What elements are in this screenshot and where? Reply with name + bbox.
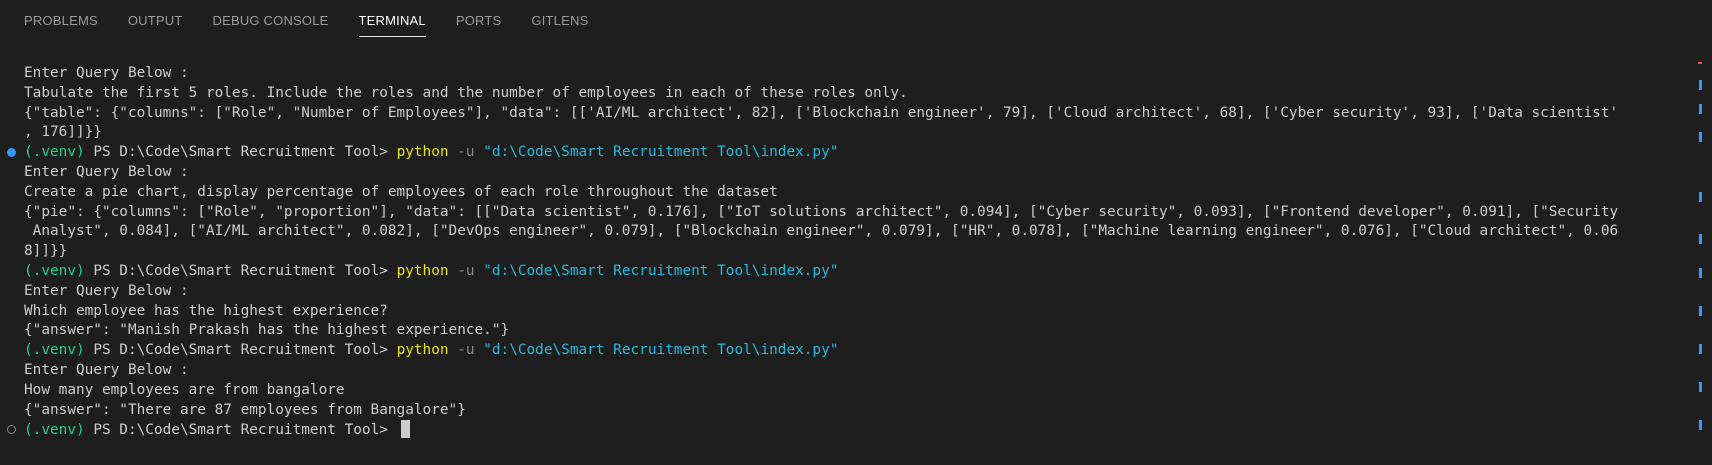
terminal-line: {"answer": "Manish Prakash has the highe… <box>24 322 510 339</box>
scrollbar-marker <box>1699 420 1702 430</box>
terminal-line: How many employees are from bangalore <box>24 381 345 398</box>
command-line: (.venv) PS D:\Code\Smart Recruitment Too… <box>7 143 1684 163</box>
terminal-line: 8]]}} <box>24 243 68 260</box>
venv-label: (.venv) <box>24 262 85 279</box>
command-name: python <box>396 342 449 359</box>
terminal-line: , 176]]}} <box>24 124 102 141</box>
command-flag: -u <box>448 144 484 161</box>
scrollbar-marker <box>1699 234 1702 244</box>
terminal-line: {"pie": {"columns": ["Role", "proportion… <box>24 203 1619 220</box>
terminal-line: Analyst", 0.084], ["AI/ML architect", 0.… <box>24 223 1619 240</box>
prompt-path: PS D:\Code\Smart Recruitment Tool> <box>84 262 397 279</box>
command-line: (.venv) PS D:\Code\Smart Recruitment Too… <box>24 341 1684 361</box>
terminal-output[interactable]: Enter Query Below : Tabulate the first 5… <box>7 64 1684 464</box>
panel-tab-bar: PROBLEMS OUTPUT DEBUG CONSOLE TERMINAL P… <box>0 0 1712 42</box>
scrollbar-marker <box>1699 192 1702 202</box>
tab-terminal[interactable]: TERMINAL <box>358 0 426 37</box>
venv-label: (.venv) <box>24 144 85 161</box>
terminal-line: Create a pie chart, display percentage o… <box>24 183 778 200</box>
command-flag: -u <box>448 342 484 359</box>
command-name: python <box>396 262 449 279</box>
terminal-line: Enter Query Below : <box>24 163 189 180</box>
scrollbar-error-marker <box>1698 62 1702 64</box>
tab-output[interactable]: OUTPUT <box>128 0 183 36</box>
scrollbar-marker <box>1699 80 1702 90</box>
scrollbar-marker <box>1699 132 1702 142</box>
prompt-path: PS D:\Code\Smart Recruitment Tool> <box>84 422 397 439</box>
terminal-panel: PROBLEMS OUTPUT DEBUG CONSOLE TERMINAL P… <box>0 0 1712 465</box>
command-argument: "d:\Code\Smart Recruitment Tool\index.py… <box>483 342 839 359</box>
terminal-line: Enter Query Below : <box>24 282 189 299</box>
venv-label: (.venv) <box>24 422 85 439</box>
terminal-line: {"table": {"columns": ["Role", "Number o… <box>24 104 1619 121</box>
prompt-path: PS D:\Code\Smart Recruitment Tool> <box>84 144 397 161</box>
scrollbar-marker <box>1699 306 1702 316</box>
scrollbar-marker <box>1699 382 1702 392</box>
command-pending-decoration-icon[interactable] <box>7 425 16 435</box>
terminal-line: Which employee has the highest experienc… <box>24 302 388 319</box>
scrollbar-marker <box>1699 268 1702 278</box>
command-success-decoration-icon[interactable] <box>7 148 16 158</box>
terminal-line: Tabulate the first 5 roles. Include the … <box>24 84 908 101</box>
command-argument: "d:\Code\Smart Recruitment Tool\index.py… <box>483 262 839 279</box>
terminal-line: Enter Query Below : <box>24 65 189 81</box>
venv-label: (.venv) <box>24 342 85 359</box>
command-name: python <box>396 144 449 161</box>
terminal-scrollbar[interactable] <box>1692 44 1702 464</box>
tab-problems[interactable]: PROBLEMS <box>24 0 98 36</box>
terminal-line: {"answer": "There are 87 employees from … <box>24 401 466 418</box>
terminal-cursor <box>400 420 410 439</box>
command-argument: "d:\Code\Smart Recruitment Tool\index.py… <box>483 144 839 161</box>
command-line: (.venv) PS D:\Code\Smart Recruitment Too… <box>24 262 1684 282</box>
active-prompt-line[interactable]: (.venv) PS D:\Code\Smart Recruitment Too… <box>7 420 1684 440</box>
tab-ports[interactable]: PORTS <box>456 0 502 36</box>
scrollbar-marker <box>1699 104 1702 114</box>
terminal-line: Enter Query Below : <box>24 361 189 378</box>
tab-gitlens[interactable]: GITLENS <box>531 0 588 36</box>
prompt-path: PS D:\Code\Smart Recruitment Tool> <box>84 342 397 359</box>
tab-debug-console[interactable]: DEBUG CONSOLE <box>213 0 329 36</box>
scrollbar-marker <box>1699 344 1702 354</box>
command-flag: -u <box>448 262 484 279</box>
